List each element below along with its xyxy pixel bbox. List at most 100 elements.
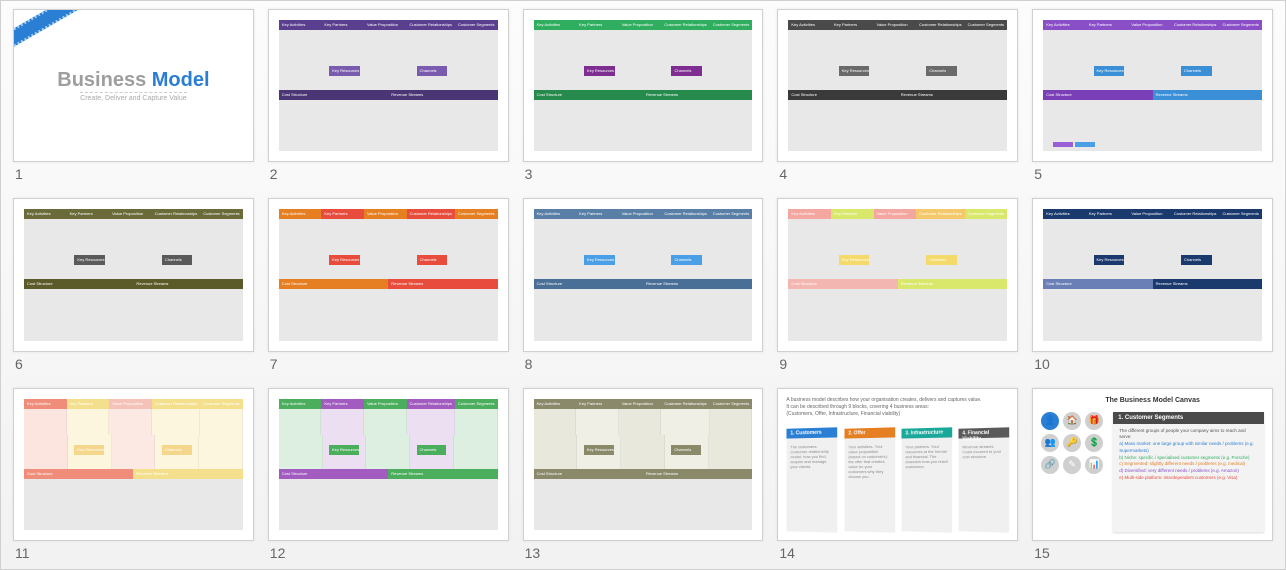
nav-icon[interactable]: 🏠 — [1063, 412, 1081, 430]
slide-thumbnail[interactable]: Key ActivitiesKey PartnersValue Proposit… — [1032, 9, 1273, 162]
canvas-block-header: Value Proposition — [109, 399, 152, 409]
card-title: 4. Financial Viability — [962, 429, 1005, 438]
canvas-block-header: Key Activities — [534, 209, 577, 219]
canvas-block-header: Customer Segments — [200, 399, 243, 409]
canvas-block-header: Key Partners — [576, 209, 619, 219]
slide-thumbnail[interactable]: A business model describes how your orga… — [777, 388, 1018, 541]
thumbnail-cell: Key ActivitiesKey PartnersValue Proposit… — [1032, 198, 1273, 371]
slide-footer-legend — [1053, 142, 1095, 147]
business-model-canvas: Key ActivitiesKey PartnersValue Proposit… — [788, 209, 1007, 340]
thumbnail-cell: The Business Model Canvas👤🏠🎁👥🔑💲🔗✎📊1. Cus… — [1032, 388, 1273, 561]
canvas-block-header: Key Resources — [1094, 66, 1125, 76]
slide-thumbnail[interactable]: Key ActivitiesKey PartnersValue Proposit… — [523, 388, 764, 541]
canvas-block-header: Revenue Streams — [388, 90, 497, 100]
nav-icon[interactable]: 👥 — [1041, 434, 1059, 452]
slide-number: 13 — [523, 541, 764, 561]
nav-icon[interactable]: 🎁 — [1085, 412, 1103, 430]
perspective-card: 4. Financial Viability Revenue streams. C… — [958, 427, 1009, 533]
canvas-block-body — [24, 409, 67, 435]
canvas-block-header: Cost Structure — [1043, 279, 1152, 289]
slide-thumbnail[interactable]: Key ActivitiesKey PartnersValue Proposit… — [777, 198, 1018, 351]
card-body: Revenue streams. Costs incurred to your … — [962, 443, 1005, 459]
canvas-block-header: Key Resources — [584, 445, 614, 455]
slide-thumbnail[interactable]: Key ActivitiesKey PartnersValue Proposit… — [1032, 198, 1273, 351]
canvas-block-header: Key Resources — [329, 66, 360, 76]
canvas-block-header: Key Resources — [584, 255, 615, 265]
canvas-block-header: Channels — [417, 445, 447, 455]
canvas-block-header: Key Activities — [1043, 20, 1086, 30]
canvas-block-body — [661, 409, 709, 435]
nav-icon[interactable]: 💲 — [1085, 434, 1103, 452]
slide-number: 1 — [13, 162, 254, 182]
card-title: 2. Offer — [848, 429, 891, 438]
canvas-block-header: Revenue Streams — [133, 279, 242, 289]
slide-number: 4 — [777, 162, 1018, 182]
slide-thumbnail[interactable]: Key ActivitiesKey PartnersValue Proposit… — [777, 9, 1018, 162]
slide-thumbnail[interactable]: Key ActivitiesKey PartnersValue Proposit… — [13, 198, 254, 351]
card-body: Your partners. Your resources at the hum… — [905, 443, 948, 469]
nav-icon[interactable]: 📊 — [1085, 456, 1103, 474]
slide-number: 14 — [777, 541, 1018, 561]
slide-thumbnail[interactable]: Business ModelCreate, Deliver and Captur… — [13, 9, 254, 162]
canvas-block-header: Revenue Streams — [643, 469, 752, 479]
card-body: The customers. Customer relationship mod… — [791, 443, 834, 469]
canvas-block-header: Value Proposition — [874, 209, 917, 219]
canvas-block-header: Channels — [1181, 255, 1212, 265]
canvas-block-header: Customer Relationships — [407, 399, 455, 409]
perspective-card: 2. OfferYour activities. Your value prop… — [844, 427, 895, 533]
canvas-block-header: Revenue Streams — [1153, 279, 1262, 289]
canvas-block-header: Key Resources — [329, 445, 359, 455]
thumbnail-cell: Key ActivitiesKey PartnersValue Proposit… — [13, 198, 254, 371]
thumbnail-cell: A business model describes how your orga… — [777, 388, 1018, 561]
nav-icon[interactable]: 👤 — [1041, 412, 1059, 430]
slide-number: 7 — [268, 352, 509, 372]
canvas-block-header: Cost Structure — [534, 469, 643, 479]
canvas-block-header: Cost Structure — [1043, 90, 1152, 100]
canvas-block-header: Key Partners — [831, 209, 874, 219]
canvas-block-header: Key Activities — [788, 20, 831, 30]
slide-number: 10 — [1032, 352, 1273, 372]
canvas-block-header: Key Partners — [831, 20, 874, 30]
business-model-canvas: Key ActivitiesKey PartnersValue Proposit… — [279, 20, 498, 151]
slide-thumbnail[interactable]: Key ActivitiesKey PartnersValue Proposit… — [13, 388, 254, 541]
slide-thumbnail[interactable]: Key ActivitiesKey PartnersValue Proposit… — [268, 198, 509, 351]
canvas-block-header: Revenue Streams — [133, 469, 242, 479]
thumbnail-cell: Key ActivitiesKey PartnersValue Proposit… — [268, 388, 509, 561]
canvas-block-header: Cost Structure — [788, 90, 897, 100]
canvas-block-header: Value Proposition — [1128, 20, 1171, 30]
canvas-block-body — [619, 409, 662, 435]
canvas-block-body — [576, 409, 619, 435]
slide-thumbnail[interactable]: Key ActivitiesKey PartnersValue Proposit… — [268, 9, 509, 162]
canvas-block-header: Channels — [1181, 66, 1212, 76]
canvas-block-header: Key Resources — [839, 255, 870, 265]
corner-ribbon — [13, 9, 81, 58]
nav-icon[interactable]: ✎ — [1063, 456, 1081, 474]
canvas-block-body — [407, 409, 455, 435]
canvas-block-header: Value Proposition — [364, 399, 407, 409]
canvas-block-header: Value Proposition — [619, 399, 662, 409]
detail-panel: 1. Customer SegmentsThe different groups… — [1113, 412, 1264, 532]
canvas-block-header: Revenue Streams — [898, 279, 1007, 289]
thumbnail-cell: Key ActivitiesKey PartnersValue Proposit… — [13, 388, 254, 561]
canvas-block-header: Key Activities — [279, 399, 322, 409]
canvas-block-header: Value Proposition — [364, 20, 407, 30]
slide-thumbnail[interactable]: Key ActivitiesKey PartnersValue Proposit… — [523, 9, 764, 162]
slide-thumbnail-grid: Business ModelCreate, Deliver and Captur… — [13, 9, 1273, 561]
canvas-block-header: Key Resources — [839, 66, 870, 76]
canvas-block-header: Revenue Streams — [388, 469, 497, 479]
slide-thumbnail[interactable]: The Business Model Canvas👤🏠🎁👥🔑💲🔗✎📊1. Cus… — [1032, 388, 1273, 541]
slide-thumbnail[interactable]: Key ActivitiesKey PartnersValue Proposit… — [268, 388, 509, 541]
nav-icon[interactable]: 🔗 — [1041, 456, 1059, 474]
canvas-block-body — [710, 409, 753, 435]
canvas-block-header: Channels — [671, 66, 702, 76]
business-model-canvas: Key ActivitiesKey PartnersValue Proposit… — [534, 209, 753, 340]
canvas-block-header: Key Partners — [321, 209, 364, 219]
slide-thumbnail[interactable]: Key ActivitiesKey PartnersValue Proposit… — [523, 198, 764, 351]
slide-intro-text: A business model describes how your orga… — [786, 397, 1009, 418]
slide-number: 9 — [777, 352, 1018, 372]
canvas-block-header: Customer Relationships — [916, 20, 964, 30]
perspective-card: 3. InfrastructureYour partners. Your res… — [901, 427, 952, 533]
nav-icon[interactable]: 🔑 — [1063, 434, 1081, 452]
canvas-block-header: Key Activities — [24, 209, 67, 219]
canvas-block-header: Customer Segments — [710, 20, 753, 30]
